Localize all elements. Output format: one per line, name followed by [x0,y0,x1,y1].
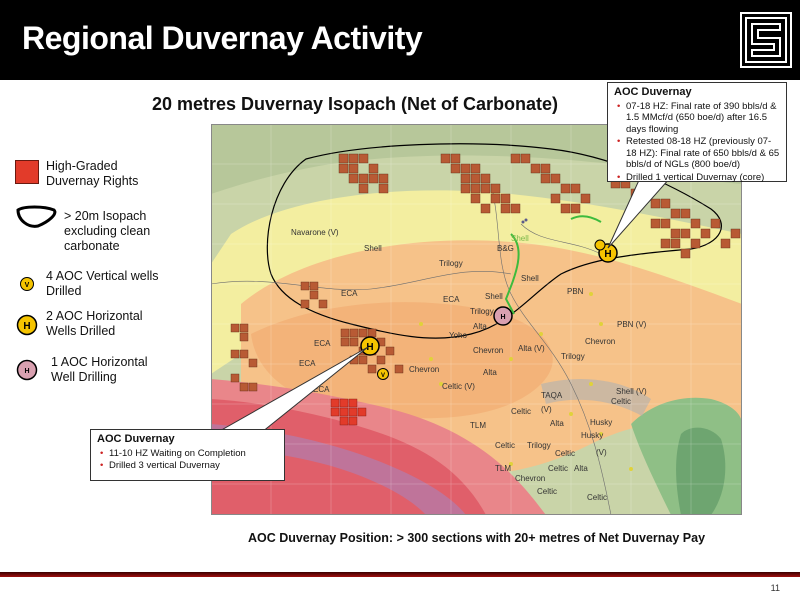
callout-sw-title: AOC Duvernay [97,433,175,445]
callout-ne: AOC Duvernay 07-18 HZ: Final rate of 390… [607,82,787,184]
callout-sw: AOC Duvernay 11-10 HZ Waiting on Complet… [90,429,285,481]
callout-ne-item: 07-18 HZ: Final rate of 390 bbls/d & 1.5… [617,101,780,136]
callout-sw-item: Drilled 3 vertical Duvernay [100,460,278,472]
callout-sw-item: 11-10 HZ Waiting on Completion [100,448,278,460]
callout-ne-item: Retested 08-18 HZ (previously 07-18 HZ):… [617,136,780,171]
footer-bar [0,572,800,577]
callout-ne-item: Drilled 1 vertical Duvernay (core) [617,172,780,184]
position-caption: AOC Duvernay Position: > 300 sections wi… [247,531,706,545]
callout-ne-title: AOC Duvernay [614,86,692,98]
page-number: 11 [770,583,780,593]
